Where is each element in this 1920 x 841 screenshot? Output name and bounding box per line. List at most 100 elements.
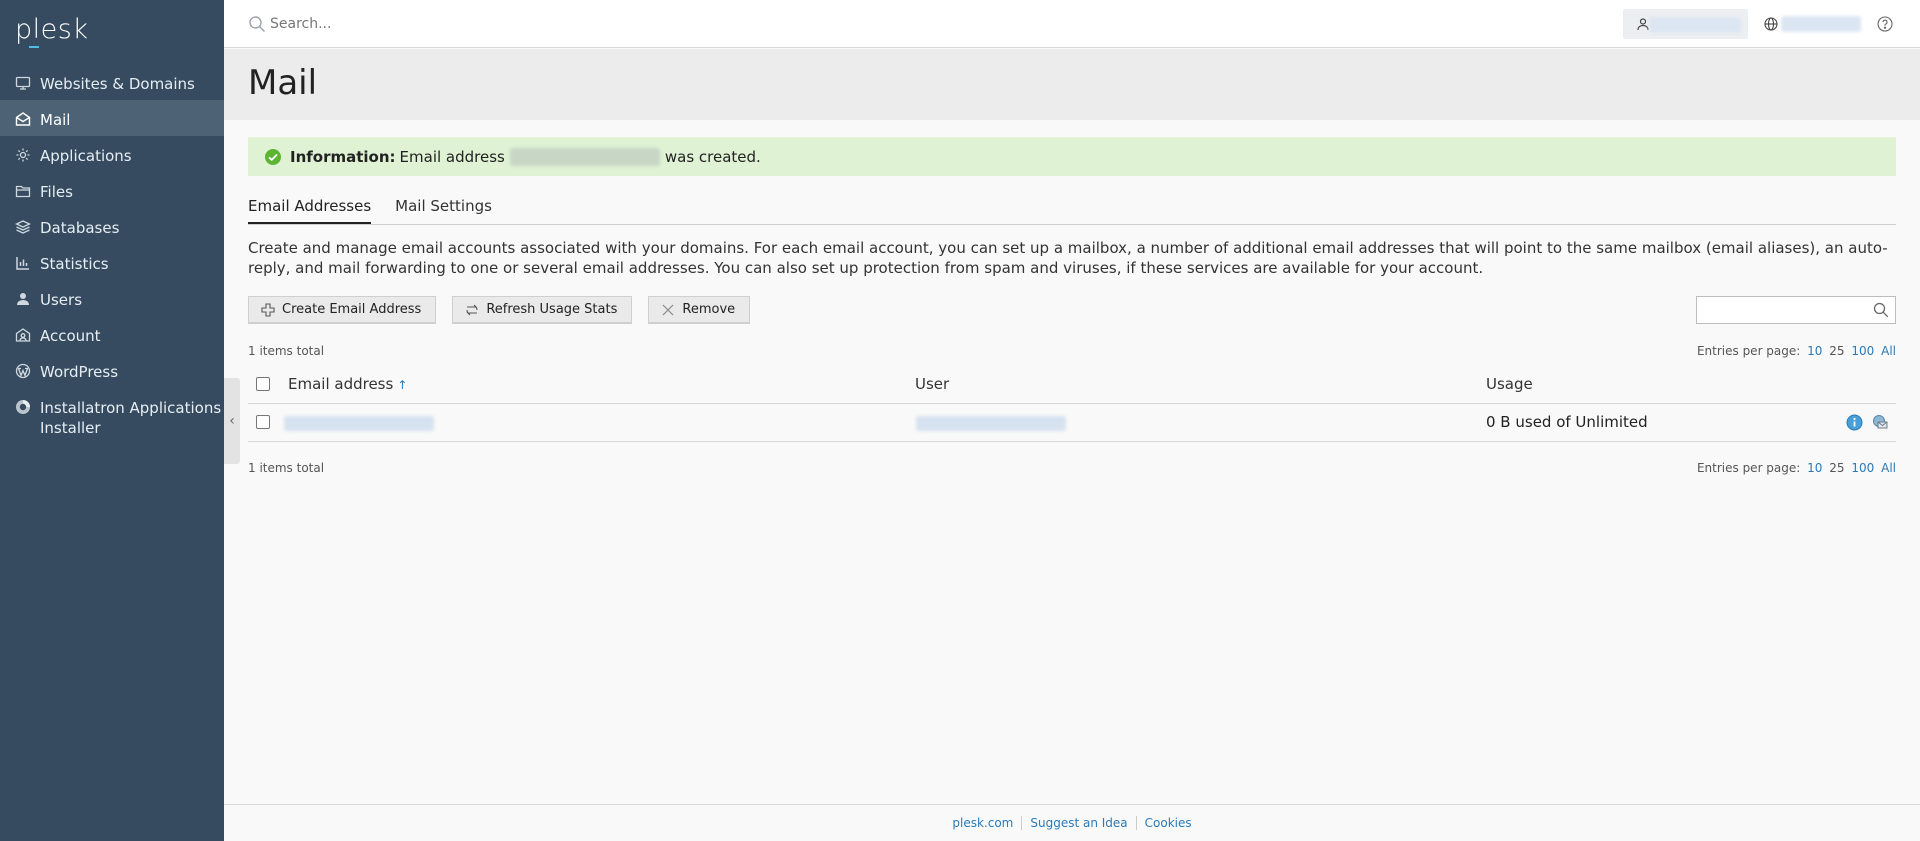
page-description: Create and manage email accounts associa… — [248, 239, 1888, 277]
items-total-bottom: 1 items total — [248, 461, 325, 475]
row-checkbox[interactable] — [256, 415, 270, 429]
logo-accent — [29, 46, 39, 48]
column-header-user[interactable]: User — [915, 375, 949, 393]
sidebar-item-applications[interactable]: Applications — [0, 136, 224, 172]
refresh-icon — [466, 304, 478, 315]
page-size-100[interactable]: 100 — [1851, 344, 1874, 358]
sidebar-item-label: Statistics — [40, 255, 109, 273]
page-size-25-current: 25 — [1829, 461, 1845, 475]
button-label: Remove — [682, 302, 736, 317]
row-email-link-redacted[interactable] — [284, 416, 434, 431]
remove-icon — [662, 304, 674, 315]
sidebar-item-label: WordPress — [40, 363, 119, 381]
alert-email-redacted — [509, 147, 660, 166]
success-alert: Information: Email address was created. — [248, 137, 1896, 176]
globe-icon — [1764, 17, 1778, 31]
alert-text-before: Email address — [399, 147, 505, 166]
wordpress-icon — [14, 362, 31, 379]
entries-per-page-top: Entries per page: 10 25 100 All — [1697, 344, 1896, 358]
list-search-input[interactable] — [1697, 297, 1867, 323]
page-size-all[interactable]: All — [1881, 344, 1896, 358]
page-size-10[interactable]: 10 — [1807, 461, 1822, 475]
button-label: Create Email Address — [282, 302, 422, 317]
select-all-checkbox[interactable] — [256, 377, 270, 391]
user-menu-button[interactable] — [1623, 9, 1748, 39]
monitor-icon — [14, 74, 31, 91]
table-row: 0 B used of Unlimited — [248, 404, 1896, 442]
row-usage: 0 B used of Unlimited — [1486, 413, 1648, 431]
refresh-usage-stats-button[interactable]: Refresh Usage Stats — [452, 296, 633, 324]
list-toolbar: Create Email Address Refresh Usage Stats… — [248, 296, 766, 324]
column-header-email[interactable]: Email address ↑ — [288, 375, 407, 393]
row-user-link-redacted[interactable] — [916, 416, 1066, 431]
sidebar-item-label: Installatron Applications Installer — [40, 399, 222, 437]
sidebar-item-label: Account — [40, 327, 101, 345]
button-label: Refresh Usage Stats — [486, 302, 618, 317]
sidebar-item-label: Mail — [40, 111, 71, 129]
sidebar-collapse-button[interactable]: ‹ — [224, 378, 240, 464]
subscription-selector-redacted[interactable] — [1781, 16, 1861, 32]
sidebar-item-databases[interactable]: Databases — [0, 208, 224, 244]
folder-icon — [14, 182, 31, 199]
column-header-usage[interactable]: Usage — [1486, 375, 1533, 393]
entries-label: Entries per page: — [1696, 344, 1801, 358]
page-size-25-current: 25 — [1829, 344, 1845, 358]
sidebar-item-label: Files — [40, 183, 73, 201]
sort-asc-icon: ↑ — [397, 378, 408, 392]
plesk-logo[interactable]: plesk — [15, 14, 88, 45]
footer-link-plesk[interactable]: plesk.com — [944, 816, 1021, 830]
user-name-redacted — [1649, 17, 1741, 33]
items-total-top: 1 items total — [248, 344, 325, 358]
alert-text-after: was created. — [664, 147, 761, 166]
footer: plesk.com Suggest an Idea Cookies — [224, 804, 1920, 841]
check-circle-icon — [265, 148, 281, 165]
sidebar-item-label: Applications — [40, 147, 132, 165]
email-table: Email address ↑ User Usage 0 B used of Un… — [248, 366, 1896, 442]
sidebar-item-statistics[interactable]: Statistics — [0, 244, 224, 280]
table-header: Email address ↑ User Usage — [248, 366, 1896, 404]
bar-chart-icon — [14, 254, 31, 271]
search-icon[interactable] — [1873, 302, 1889, 318]
entries-label: Entries per page: — [1696, 461, 1801, 475]
alert-label: Information: — [290, 147, 396, 166]
help-icon[interactable] — [1877, 16, 1893, 32]
mail-icon — [14, 110, 31, 127]
gear-icon — [14, 146, 31, 163]
top-bar — [224, 0, 1920, 48]
sidebar-item-mail[interactable]: Mail — [0, 100, 224, 136]
footer-link-cookies[interactable]: Cookies — [1137, 816, 1200, 830]
sidebar-item-wordpress[interactable]: WordPress — [0, 352, 224, 388]
page-size-100[interactable]: 100 — [1851, 461, 1874, 475]
page-title: Mail — [248, 63, 318, 103]
remove-button[interactable]: Remove — [648, 296, 751, 324]
sidebar-item-installatron[interactable]: Installatron Applications Installer — [0, 388, 224, 444]
entries-per-page-bottom: Entries per page: 10 25 100 All — [1697, 461, 1896, 475]
page-size-10[interactable]: 10 — [1807, 344, 1822, 358]
search-icon — [249, 16, 265, 32]
create-email-address-button[interactable]: Create Email Address — [248, 296, 437, 324]
installatron-icon — [14, 398, 31, 415]
webmail-icon[interactable] — [1872, 414, 1889, 431]
page-size-all[interactable]: All — [1881, 461, 1896, 475]
sidebar-item-files[interactable]: Files — [0, 172, 224, 208]
tab-email-addresses[interactable]: Email Addresses — [248, 197, 372, 224]
info-icon[interactable] — [1846, 414, 1863, 431]
database-icon — [14, 218, 31, 235]
sidebar-nav: Websites & Domains Mail Applications Fil… — [0, 64, 224, 444]
sidebar-item-websites-domains[interactable]: Websites & Domains — [0, 64, 224, 100]
global-search-input[interactable] — [270, 12, 870, 36]
sidebar-item-label: Users — [40, 291, 83, 309]
column-label: Email address — [288, 375, 394, 393]
page-header: Mail — [224, 49, 1920, 120]
sidebar-item-account[interactable]: Account — [0, 316, 224, 352]
tab-mail-settings[interactable]: Mail Settings — [395, 197, 492, 224]
sidebar: plesk Websites & Domains Mail Applicatio… — [0, 0, 224, 841]
sidebar-item-label: Databases — [40, 219, 120, 237]
tab-bar: Email Addresses Mail Settings — [248, 197, 1896, 225]
sidebar-item-users[interactable]: Users — [0, 280, 224, 316]
plus-icon — [261, 302, 275, 317]
footer-link-suggest-idea[interactable]: Suggest an Idea — [1022, 816, 1135, 830]
sidebar-item-label: Websites & Domains — [40, 75, 195, 93]
account-icon — [14, 326, 31, 343]
list-search-box — [1696, 296, 1896, 324]
